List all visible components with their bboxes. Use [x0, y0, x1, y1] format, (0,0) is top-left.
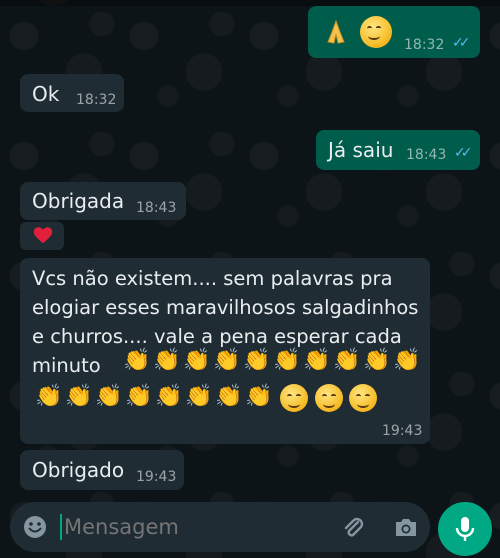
message-bubble-outgoing[interactable]: Já saiu 18:43 ✓✓ [316, 130, 480, 170]
clapping-hands-emoji: 👏 [125, 384, 153, 409]
emoji-row-2: 👏 👏 👏 👏 👏 👏 👏 👏 [34, 382, 378, 412]
read-ticks-icon: ✓✓ [452, 35, 471, 51]
message-bubble-outgoing[interactable]: 18:32 ✓✓ [308, 6, 480, 58]
message-bubble-incoming[interactable] [20, 222, 64, 250]
text-cursor [60, 514, 62, 540]
clapping-hands-emoji: 👏 [303, 348, 331, 373]
clapping-hands-emoji: 👏 [273, 348, 301, 373]
clapping-hands-emoji: 👏 [213, 348, 241, 373]
smiling-blush-face-emoji [280, 383, 309, 412]
message-bubble-incoming[interactable]: Ok 18:32 [20, 74, 124, 112]
clapping-hands-emoji: 👏 [243, 348, 271, 373]
emoji-row-1: 👏 👏 👏 👏 👏 👏 👏 👏 👏 👏 [122, 350, 422, 372]
red-heart-emoji [32, 224, 54, 252]
clapping-hands-emoji: 👏 [95, 384, 123, 409]
message-bubble-incoming[interactable]: Obrigada 18:43 [20, 182, 186, 220]
clapping-hands-emoji: 👏 [393, 348, 421, 373]
mic-icon [453, 515, 477, 547]
smiling-blush-face-emoji [314, 383, 343, 412]
message-input[interactable] [64, 510, 334, 544]
message-time: 18:32 [76, 92, 117, 108]
clapping-hands-emoji: 👏 [153, 348, 181, 373]
emoji-icon[interactable] [22, 514, 48, 544]
read-ticks-icon: ✓✓ [454, 145, 473, 161]
smiling-blush-face-emoji [349, 383, 378, 412]
message-composer [10, 502, 430, 552]
message-text: Já saiu [328, 138, 394, 162]
message-time: 18:32 [404, 37, 445, 53]
clapping-hands-emoji: 👏 [155, 384, 183, 409]
message-time: 18:43 [406, 147, 447, 163]
smiling-face-emoji [360, 16, 392, 48]
folded-hands-emoji [322, 18, 350, 52]
mic-button[interactable] [438, 502, 492, 556]
clapping-hands-emoji: 👏 [183, 348, 211, 373]
clapping-hands-emoji: 👏 [333, 348, 361, 373]
clapping-hands-emoji: 👏 [363, 348, 391, 373]
clapping-hands-emoji: 👏 [65, 384, 93, 409]
camera-icon[interactable] [392, 514, 420, 544]
message-bubble-incoming[interactable]: Vcs não existem.... sem palavras pra elo… [20, 258, 430, 444]
message-text: Obrigada [32, 189, 125, 213]
attach-icon[interactable] [340, 514, 366, 544]
clapping-hands-emoji: 👏 [245, 384, 273, 409]
clapping-hands-emoji: 👏 [215, 384, 243, 409]
message-time: 18:43 [136, 200, 177, 216]
message-time: 19:43 [382, 423, 423, 439]
clapping-hands-emoji: 👏 [35, 384, 63, 409]
message-bubble-incoming[interactable]: Obrigado 19:43 [20, 450, 184, 490]
clapping-hands-emoji: 👏 [185, 384, 213, 409]
message-text: Ok [32, 82, 60, 106]
message-time: 19:43 [136, 469, 177, 485]
message-text: Obrigado [32, 458, 125, 482]
clapping-hands-emoji: 👏 [123, 348, 151, 373]
